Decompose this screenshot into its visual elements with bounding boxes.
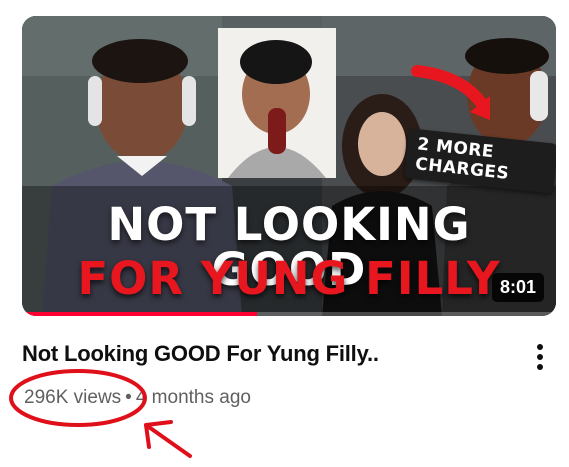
view-count: 296K views: [24, 387, 122, 408]
upload-age: 4 months ago: [135, 387, 251, 408]
views-arrow-annotation: [144, 420, 192, 458]
more-vert-icon[interactable]: [530, 344, 550, 374]
video-title[interactable]: Not Looking GOOD For Yung Filly..: [22, 341, 379, 367]
video-metadata: 296K views • 4 months ago: [24, 387, 251, 409]
watch-progress-fill: [22, 312, 257, 316]
watch-progress-bar: [22, 312, 556, 316]
thumbnail-headline-line2: FOR YUNG FILLY: [77, 252, 501, 305]
video-card: 2 MORE CHARGES NOT LOOKING GOOD FOR YUNG…: [0, 0, 569, 467]
duration-badge: 8:01: [491, 273, 544, 302]
video-thumbnail[interactable]: 2 MORE CHARGES NOT LOOKING GOOD FOR YUNG…: [22, 16, 556, 316]
meta-separator: •: [125, 387, 132, 408]
